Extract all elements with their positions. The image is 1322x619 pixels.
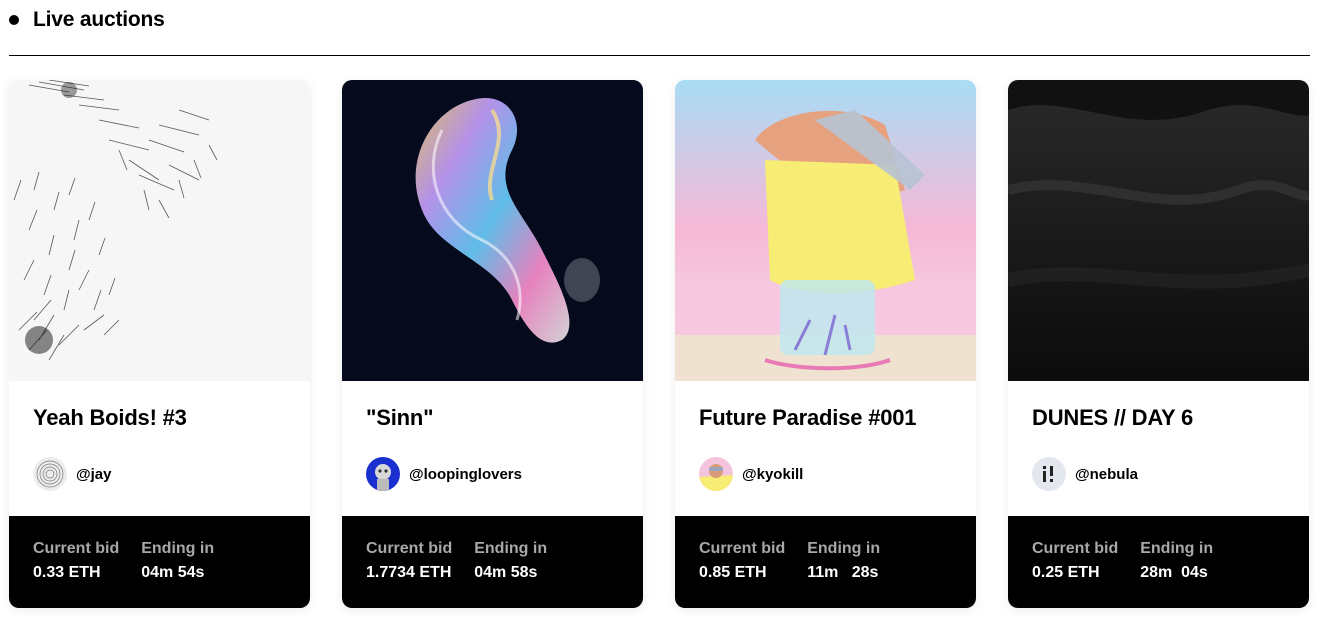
creator-avatar xyxy=(699,457,733,491)
card-info: Future Paradise #001 @kyokill xyxy=(675,381,976,516)
ending-in: Ending in 11m 28s xyxy=(807,540,880,608)
current-bid-label: Current bid xyxy=(366,540,453,557)
ending-in-label: Ending in xyxy=(474,540,548,557)
auction-card-dunes[interactable]: DUNES // DAY 6 @nebula Current bid 0.25 xyxy=(1008,80,1309,608)
current-bid: Current bid 1.7734 ETH xyxy=(366,540,452,608)
auction-card-list: Yeah Boids! #3 @jay Current bid 0.33 ETH… xyxy=(9,80,1309,608)
current-bid: Current bid 0.25 ETH xyxy=(1032,540,1118,608)
countdown-value: 28m 04s xyxy=(1140,564,1208,581)
artwork-image[interactable] xyxy=(9,80,310,381)
current-bid-value: 0.25 ETH xyxy=(1032,564,1100,581)
artwork-title[interactable]: DUNES // DAY 6 xyxy=(1032,405,1285,431)
creator-handle: @kyokill xyxy=(742,465,804,483)
bid-footer: Current bid 1.7734 ETH Ending in 04m 58s xyxy=(342,516,643,608)
countdown-value: 11m 28s xyxy=(807,564,879,581)
creator-handle: @jay xyxy=(76,465,112,483)
bid-footer: Current bid 0.85 ETH Ending in 11m 28s xyxy=(675,516,976,608)
creator-link[interactable]: @nebula xyxy=(1032,457,1285,491)
current-bid: Current bid 0.33 ETH xyxy=(33,540,119,608)
artwork-title[interactable]: Yeah Boids! #3 xyxy=(33,405,286,431)
ending-in: Ending in 04m 54s xyxy=(141,540,214,608)
section-title: Live auctions xyxy=(33,8,165,31)
creator-link[interactable]: @kyokill xyxy=(699,457,952,491)
section-header: Live auctions xyxy=(9,6,165,34)
bid-footer: Current bid 0.33 ETH Ending in 04m 54s xyxy=(9,516,310,608)
current-bid-value: 1.7734 ETH xyxy=(366,564,452,581)
card-info: DUNES // DAY 6 @nebula xyxy=(1008,381,1309,516)
creator-avatar xyxy=(33,457,67,491)
ending-in: Ending in 04m 58s xyxy=(474,540,547,608)
creator-avatar xyxy=(1032,457,1066,491)
ending-in-label: Ending in xyxy=(807,540,881,557)
countdown-value: 04m 58s xyxy=(474,564,538,581)
card-info: "Sinn" @loopinglovers xyxy=(342,381,643,516)
auction-card-future-paradise[interactable]: Future Paradise #001 @kyokill Current bi… xyxy=(675,80,976,608)
ending-in-label: Ending in xyxy=(1140,540,1214,557)
creator-avatar xyxy=(366,457,400,491)
current-bid: Current bid 0.85 ETH xyxy=(699,540,785,608)
current-bid-label: Current bid xyxy=(33,540,120,557)
artwork-image[interactable] xyxy=(1008,80,1309,381)
ending-in: Ending in 28m 04s xyxy=(1140,540,1213,608)
artwork-image[interactable] xyxy=(342,80,643,381)
auction-card-yeah-boids[interactable]: Yeah Boids! #3 @jay Current bid 0.33 ETH… xyxy=(9,80,310,608)
current-bid-label: Current bid xyxy=(1032,540,1119,557)
creator-handle: @nebula xyxy=(1075,465,1138,483)
artwork-title[interactable]: "Sinn" xyxy=(366,405,619,431)
countdown-value: 04m 54s xyxy=(141,564,205,581)
bid-footer: Current bid 0.25 ETH Ending in 28m 04s xyxy=(1008,516,1309,608)
auction-card-sinn[interactable]: "Sinn" @loopinglovers Current bid 1.7734… xyxy=(342,80,643,608)
creator-handle: @loopinglovers xyxy=(409,465,522,483)
current-bid-value: 0.33 ETH xyxy=(33,564,101,581)
ending-in-label: Ending in xyxy=(141,540,215,557)
current-bid-value: 0.85 ETH xyxy=(699,564,767,581)
live-indicator-dot xyxy=(9,15,19,25)
artwork-image[interactable] xyxy=(675,80,976,381)
creator-link[interactable]: @jay xyxy=(33,457,286,491)
artwork-title[interactable]: Future Paradise #001 xyxy=(699,405,952,431)
section-divider xyxy=(9,55,1310,56)
card-info: Yeah Boids! #3 @jay xyxy=(9,381,310,516)
current-bid-label: Current bid xyxy=(699,540,786,557)
creator-link[interactable]: @loopinglovers xyxy=(366,457,619,491)
